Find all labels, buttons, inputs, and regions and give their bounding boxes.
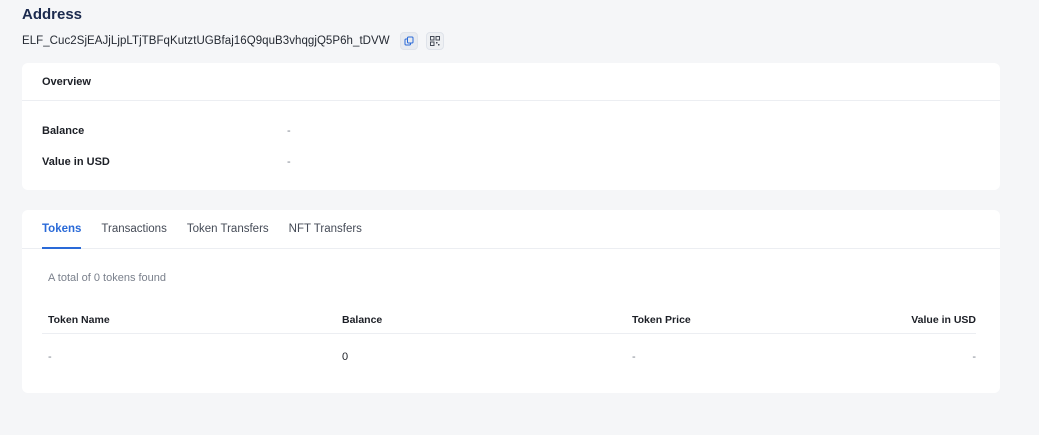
table-header: Token Name Balance Token Price Value in …	[42, 306, 976, 334]
copy-icon	[404, 36, 414, 46]
tab-transactions[interactable]: Transactions	[101, 210, 166, 248]
balance-value: -	[287, 125, 291, 137]
overview-title: Overview	[22, 63, 1000, 101]
overview-card: Overview Balance - Value in USD -	[22, 63, 1000, 190]
column-header-value-usd[interactable]: Value in USD	[911, 314, 976, 326]
tokens-count-text: A total of 0 tokens found	[48, 272, 167, 284]
column-header-token-name[interactable]: Token Name	[48, 314, 110, 326]
copy-button[interactable]	[399, 32, 418, 50]
address-text: ELF_Cuc2SjEAJjLjpLTjTBFqKutztUGBfaj16Q9q…	[22, 35, 390, 47]
qr-code-icon	[429, 36, 440, 46]
cell-value-usd: -	[972, 350, 976, 363]
cell-balance: 0	[342, 350, 349, 363]
value-usd-value: -	[287, 156, 291, 168]
page-title: Address	[22, 6, 83, 23]
cell-token-name: -	[48, 350, 52, 363]
value-usd-label: Value in USD	[42, 156, 110, 168]
tab-token-transfers[interactable]: Token Transfers	[187, 210, 269, 248]
cell-token-price: -	[632, 350, 636, 363]
tokens-table: Token Name Balance Token Price Value in …	[42, 306, 976, 379]
balance-label: Balance	[42, 125, 85, 137]
value-usd-row: Value in USD -	[42, 156, 291, 168]
tab-bar: Tokens Transactions Token Transfers NFT …	[22, 210, 1000, 249]
tokens-card: Tokens Transactions Token Transfers NFT …	[22, 210, 1000, 393]
table-row: - 0 - -	[42, 334, 976, 379]
address-row: ELF_Cuc2SjEAJjLjpLTjTBFqKutztUGBfaj16Q9q…	[22, 32, 444, 50]
tab-nft-transfers[interactable]: NFT Transfers	[289, 210, 362, 248]
column-header-balance[interactable]: Balance	[342, 314, 382, 326]
tab-tokens[interactable]: Tokens	[42, 210, 82, 249]
column-header-token-price[interactable]: Token Price	[632, 314, 691, 326]
balance-row: Balance -	[42, 125, 291, 137]
qr-code-button[interactable]	[425, 32, 444, 50]
